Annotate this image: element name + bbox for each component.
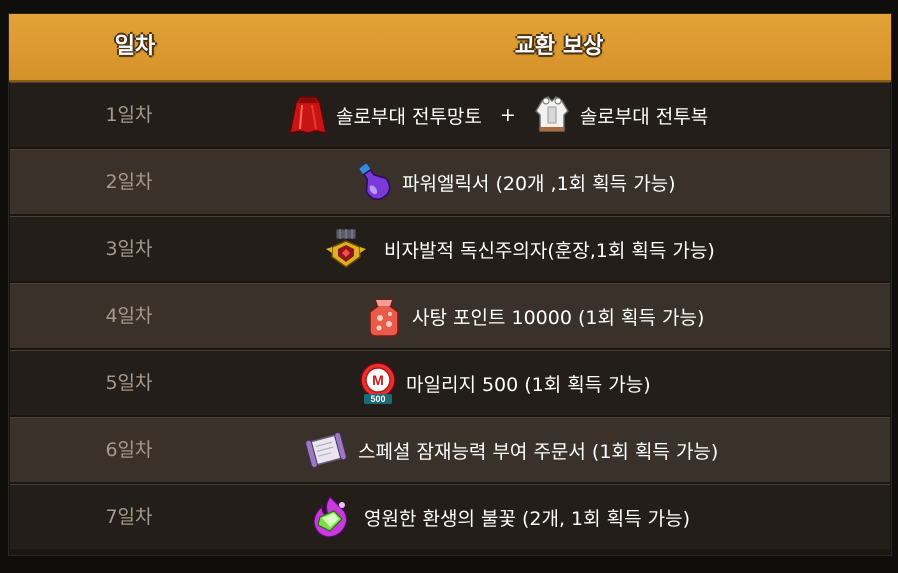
table-row: 3일차 비자발적 독신주의자(훈장,1회 획득 가능) (10, 216, 890, 281)
day-cell: 4일차 (105, 305, 153, 327)
reward-text: 파워엘릭서 (20개 ,1회 획득 가능) (402, 172, 676, 195)
reward-table: 일차 교환 보상 1일차 솔로부대 전투망토 + 솔로부대 전투복 2일차 파워… (8, 13, 892, 556)
reward-cell: 파워엘릭서 (20개 ,1회 획득 가능) (352, 150, 676, 214)
reward-cell: 스페셜 잠재능력 부여 주문서 (1회 획득 가능) (304, 418, 718, 482)
day-cell: 3일차 (105, 238, 153, 260)
header-reward: 교환 보상 (514, 34, 604, 59)
reward-cell: 영원한 환생의 불꽃 (2개, 1회 획득 가능) (308, 485, 690, 549)
header-day: 일차 (114, 34, 156, 59)
candy-pouch-icon (369, 299, 399, 337)
coin-letter: M (372, 372, 384, 388)
medal-icon (326, 228, 366, 268)
reward-text: 마일리지 500 (1회 획득 가능) (406, 373, 651, 396)
day-cell: 5일차 (105, 372, 153, 394)
day-cell: 7일차 (105, 506, 153, 528)
coin-label: 500 (370, 394, 385, 404)
rebirth-flame-icon (313, 496, 348, 538)
red-cape-icon (289, 96, 327, 134)
purple-potion-icon (358, 163, 391, 201)
table-row: 2일차 파워엘릭서 (20개 ,1회 획득 가능) (10, 149, 890, 214)
reward-text: 사탕 포인트 10000 (1회 획득 가능) (412, 306, 705, 329)
reward-cell: 솔로부대 전투망토 + 솔로부대 전투복 (286, 83, 708, 147)
reward-cell: 사탕 포인트 10000 (1회 획득 가능) (362, 284, 704, 348)
day-cell: 6일차 (105, 439, 153, 461)
reward-text-2: 솔로부대 전투복 (579, 105, 709, 128)
plus-sign: + (499, 104, 516, 126)
reward-cell: 비자발적 독신주의자(훈장,1회 획득 가능) (324, 217, 715, 281)
day-cell: 1일차 (105, 104, 153, 126)
table-row: 7일차 영원한 환생의 불꽃 (2개, 1회 획득 가능) (10, 484, 890, 549)
mileage-coin-icon: M 500 (360, 362, 396, 404)
reward-text: 스페셜 잠재능력 부여 주문서 (1회 획득 가능) (358, 440, 719, 463)
table-row: 1일차 솔로부대 전투망토 + 솔로부대 전투복 (10, 82, 890, 147)
table-row: 5일차 M 500 마일리지 500 (1회 획득 가능) (10, 350, 890, 415)
reward-text: 영원한 환생의 불꽃 (2개, 1회 획득 가능) (364, 507, 690, 530)
white-armor-icon (534, 96, 569, 132)
table-row: 6일차 스페셜 잠재능력 부여 주문서 (1회 획득 가능) (10, 417, 890, 482)
reward-cell: M 500 마일리지 500 (1회 획득 가능) (356, 351, 651, 415)
table-row: 4일차 사탕 포인트 10000 (1회 획득 가능) (10, 283, 890, 348)
reward-text: 솔로부대 전투망토 (336, 105, 482, 128)
reward-text: 비자발적 독신주의자(훈장,1회 획득 가능) (384, 239, 715, 262)
day-cell: 2일차 (105, 171, 153, 193)
table-header: 일차 교환 보상 (9, 14, 891, 82)
scroll-icon (305, 431, 347, 469)
